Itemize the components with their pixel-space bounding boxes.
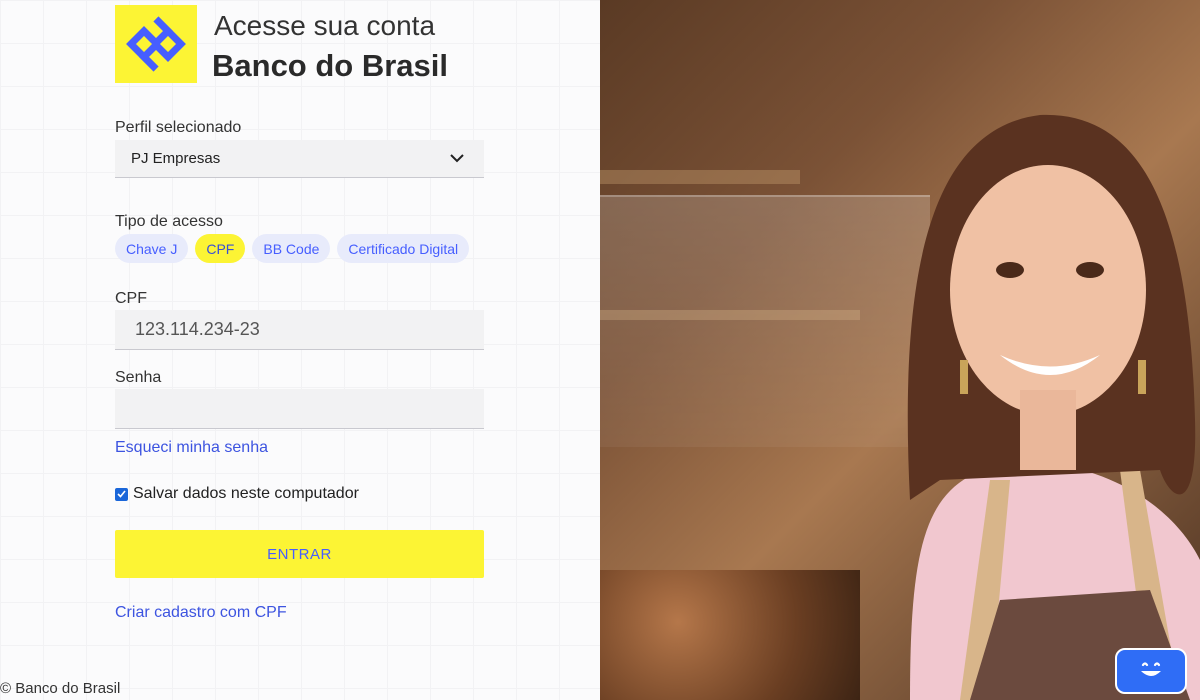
page-subtitle: Acesse sua conta [214, 10, 436, 41]
password-input[interactable] [115, 389, 484, 429]
hero-photo [600, 0, 1200, 700]
shelf [600, 170, 800, 184]
cpf-label: CPF [115, 290, 147, 307]
profile-select[interactable]: PJ Empresas [115, 140, 484, 178]
access-type-label: Tipo de acesso [115, 213, 223, 230]
footer-copyright: © Banco do Brasil [0, 680, 121, 697]
chip-cpf[interactable]: CPF [195, 234, 246, 263]
background-pattern [0, 0, 600, 700]
banco-do-brasil-logo [115, 5, 197, 83]
remember-label: Salvar dados neste computador [133, 485, 359, 502]
forgot-password-link[interactable]: Esqueci minha senha [115, 439, 268, 457]
profile-select-value: PJ Empresas [131, 150, 221, 167]
chip-bb-code[interactable]: BB Code [252, 234, 331, 263]
check-icon [117, 490, 126, 498]
access-type-options: Chave J CPF BB Code Certificado Digital [115, 234, 470, 263]
logo-mark-icon [126, 16, 186, 72]
chat-bot-icon [1141, 662, 1161, 676]
chat-bot-button[interactable] [1115, 648, 1187, 694]
register-link[interactable]: Criar cadastro com CPF [115, 604, 287, 622]
chevron-down-icon [450, 154, 464, 163]
chip-certificado-digital[interactable]: Certificado Digital [337, 234, 470, 263]
password-label: Senha [115, 369, 162, 386]
pastries [600, 570, 860, 700]
cpf-input[interactable] [115, 310, 484, 350]
login-panel: Acesse sua conta Banco do Brasil Perfil … [0, 0, 600, 700]
chip-chave-j[interactable]: Chave J [115, 234, 189, 263]
remember-checkbox[interactable] [115, 487, 128, 501]
remember-row: Salvar dados neste computador [115, 485, 359, 503]
profile-label: Perfil selecionado [115, 119, 242, 136]
page-title: Banco do Brasil [212, 48, 448, 83]
woman-portrait [907, 114, 1200, 700]
enter-button[interactable]: ENTRAR [115, 530, 484, 578]
